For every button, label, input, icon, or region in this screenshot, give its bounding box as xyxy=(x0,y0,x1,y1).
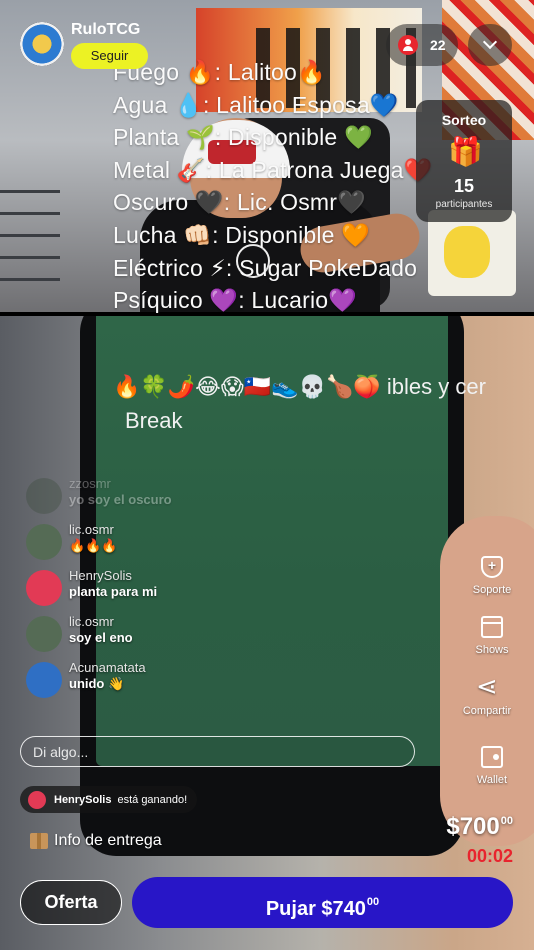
avatar xyxy=(26,524,62,560)
shield-icon xyxy=(481,556,503,578)
chat-username[interactable]: zzosmr xyxy=(69,476,111,491)
chat-message: HenrySolis planta para mi xyxy=(26,562,216,608)
shows-button[interactable]: Shows xyxy=(457,616,527,656)
winning-text: está ganando! xyxy=(117,793,188,806)
chat-username[interactable]: lic.osmr xyxy=(69,614,114,629)
package-icon xyxy=(30,833,48,849)
chat-username[interactable]: lic.osmr xyxy=(69,522,114,537)
giveaway-participant-count: 15 xyxy=(453,176,475,196)
winning-bidder-name: HenrySolis xyxy=(54,793,112,806)
collapse-button[interactable] xyxy=(468,24,512,66)
avatar xyxy=(26,570,62,606)
gift-icon: 🎁 xyxy=(448,136,483,167)
support-label: Soporte xyxy=(472,584,512,596)
chat-username[interactable]: HenrySolis xyxy=(69,568,132,583)
chevron-down-icon xyxy=(482,34,498,50)
chat-message: zzosmr yo soy el oscuro xyxy=(26,470,216,516)
chat-text: unido 👋 xyxy=(69,676,125,691)
chat-feed: zzosmr yo soy el oscuro lic.osmr 🔥🔥🔥 Hen… xyxy=(26,470,216,700)
current-price: $70000 xyxy=(446,813,513,840)
chat-message: lic.osmr 🔥🔥🔥 xyxy=(26,516,216,562)
comment-input[interactable] xyxy=(20,736,415,767)
avatar xyxy=(26,478,62,514)
avatar xyxy=(28,790,46,809)
viewer-count: 22 xyxy=(430,37,446,53)
delivery-info-label: Info de entrega xyxy=(54,832,162,849)
chat-text: soy el eno xyxy=(69,630,133,645)
slot-line: Lucha 👊🏻: Disponible 🧡 xyxy=(113,221,371,248)
avatar xyxy=(26,662,62,698)
chat-message: lic.osmr soy el eno xyxy=(26,608,216,654)
shelf xyxy=(0,190,60,290)
slot-break-text: Break xyxy=(125,408,183,433)
wallet-button[interactable]: Wallet xyxy=(457,746,527,786)
auction-timer: 00:02 xyxy=(466,846,513,866)
offer-button[interactable]: Oferta xyxy=(20,880,122,925)
wallet-icon xyxy=(481,746,503,768)
avatar xyxy=(26,616,62,652)
giveaway-card[interactable]: Sorteo 🎁 15 participantes xyxy=(416,100,512,222)
slot-line: Eléctrico ⚡: Sugar PokeDado xyxy=(113,254,418,281)
share-label: Compartir xyxy=(462,705,512,717)
shows-label: Shows xyxy=(475,644,509,656)
viewer-icon xyxy=(398,35,418,55)
chat-text: 🔥🔥🔥 xyxy=(69,538,118,553)
giveaway-participants-label: participantes xyxy=(435,199,493,210)
slot-tail-text: 🔥🍀🌶️😂😱🇨🇱👟💀🍗🍑 ibles y cer xyxy=(113,374,486,399)
support-button[interactable]: Soporte xyxy=(457,556,527,596)
viewer-count-pill[interactable]: 22 xyxy=(386,24,458,66)
winning-bidder-badge: HenrySolis está ganando! xyxy=(20,786,198,813)
chat-text: planta para mi xyxy=(69,584,158,599)
calendar-icon xyxy=(481,616,503,638)
seller-avatar[interactable] xyxy=(20,22,64,66)
bid-button[interactable]: Pujar $74000 xyxy=(132,877,513,928)
seller-name[interactable]: RuloTCG xyxy=(71,21,140,39)
chat-text: yo soy el oscuro xyxy=(69,492,172,507)
slot-line: Psíquico 💜: Lucario💜 xyxy=(113,287,358,314)
follow-button[interactable]: Seguir xyxy=(71,43,148,69)
wallet-label: Wallet xyxy=(476,774,508,786)
chat-message: Acunamatata unido 👋 xyxy=(26,654,216,700)
delivery-info-link[interactable]: Info de entrega xyxy=(30,832,162,850)
chat-username[interactable]: Acunamatata xyxy=(69,660,146,675)
slot-line: Fuego 🔥: Lalitoo🔥 xyxy=(113,59,326,85)
giveaway-title: Sorteo xyxy=(441,112,487,128)
share-button[interactable]: Compartir xyxy=(452,671,522,717)
share-icon xyxy=(476,671,498,702)
